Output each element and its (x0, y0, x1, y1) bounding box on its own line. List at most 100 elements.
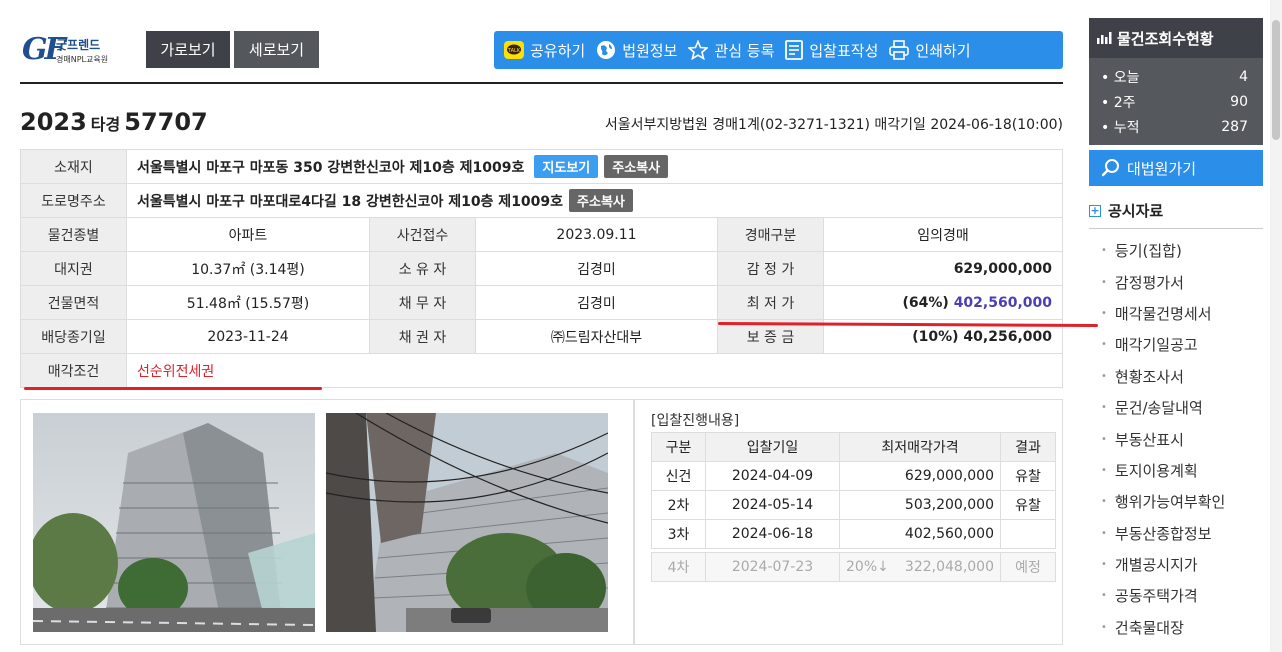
auction-kind-label: 경매구분 (717, 217, 824, 252)
favorite-button[interactable]: 관심 등록 (688, 40, 774, 61)
copy-address-button[interactable]: 주소복사 (604, 155, 669, 178)
print-button[interactable]: 인쇄하기 (889, 40, 971, 61)
bid-min-price: 629,000,000 (839, 461, 1001, 491)
doc-link[interactable]: 건축물대장 (1089, 612, 1263, 643)
public-docs-list: 등기(집합) 감정평가서 매각물건명세서 매각기일공고 현황조사서 문건/송달내… (1089, 235, 1263, 643)
sale-condition-label: 매각조건 (20, 353, 127, 388)
location-cell: 서울특별시 마포구 마포동 350 강변한신코아 제10층 제1009호 지도보기… (126, 149, 1063, 184)
location-address: 서울특별시 마포구 마포동 350 강변한신코아 제10층 제1009호 (137, 160, 525, 176)
appraisal-price: 629,000,000 (823, 251, 1063, 286)
document-icon (785, 40, 804, 60)
table-row: 물건종별 아파트 사건접수 2023.09.11 경매구분 임의경매 (20, 217, 1063, 252)
favorite-label: 관심 등록 (714, 41, 775, 60)
table-row: 도로명주소 서울특별시 마포구 마포대로4다길 18 강변한신코아 제10층 제… (20, 183, 1063, 218)
bid-round: 신건 (651, 461, 706, 491)
search-icon (1101, 159, 1119, 177)
site-logo[interactable]: GF 굿프렌드 경매NPL교육원 (20, 32, 130, 72)
star-icon (688, 40, 709, 60)
land-right-label: 대지권 (20, 251, 127, 286)
vertical-view-button[interactable]: 세로보기 (234, 31, 319, 68)
minimum-price-percent: (64%) (902, 294, 949, 311)
bid-date: 2024-07-23 (705, 552, 840, 582)
print-label: 인쇄하기 (915, 41, 971, 60)
printer-icon (889, 40, 910, 60)
property-type-label: 물건종별 (20, 217, 127, 252)
doc-link[interactable]: 부동산종합정보 (1089, 518, 1263, 549)
map-view-button[interactable]: 지도보기 (534, 155, 599, 178)
public-docs-title[interactable]: + 공시자료 (1089, 193, 1263, 229)
property-photo[interactable] (33, 413, 315, 632)
bid-form-button[interactable]: 입찰표작성 (785, 40, 878, 61)
creditor: ㈜드림자산대부 (475, 319, 718, 354)
bid-history-table: 구분 입찰기일 최저매각가격 결과 신건 2024-04-09 629,000,… (651, 432, 1056, 549)
doc-link[interactable]: 개별공시지가 (1089, 549, 1263, 580)
bid-round: 3차 (651, 519, 706, 549)
table-row: 건물면적 51.48㎡ (15.57평) 채 무 자 김경미 최 저 가 (64… (20, 285, 1063, 320)
bid-result: 유찰 (1000, 461, 1056, 491)
globe-icon (597, 41, 616, 59)
appraisal-label: 감 정 가 (717, 251, 824, 286)
property-info-table: 소재지 서울특별시 마포구 마포동 350 강변한신코아 제10층 제1009호… (20, 149, 1063, 388)
road-address: 서울특별시 마포구 마포대로4다길 18 강변한신코아 제10층 제1009호 (137, 194, 564, 210)
owner: 김경미 (475, 251, 718, 286)
vertical-scrollbar[interactable] (1270, 0, 1282, 652)
bid-date: 2024-05-14 (705, 490, 840, 520)
doc-link[interactable]: 공동주택가격 (1089, 580, 1263, 611)
stat-label: • 오늘 (1101, 69, 1140, 86)
sale-condition: 선순위전세권 (126, 353, 1063, 388)
stat-row: • 오늘 4 (1101, 64, 1248, 89)
stat-row: • 2주 90 (1101, 89, 1248, 114)
doc-link[interactable]: 문건/송달내역 (1089, 392, 1263, 423)
dividend-deadline-label: 배당종기일 (20, 319, 127, 354)
action-toolbar: TALK 공유하기 법원정보 관심 등록 입찰표작성 인쇄하기 (494, 31, 1063, 69)
copy-road-address-button[interactable]: 주소복사 (569, 189, 633, 212)
bid-result (1000, 519, 1056, 549)
bid-min-price: 402,560,000 (839, 519, 1001, 549)
horizontal-view-button[interactable]: 가로보기 (146, 31, 230, 68)
view-count-stats: • 오늘 4 • 2주 90 • 누적 287 (1089, 58, 1263, 145)
property-photo[interactable] (326, 413, 608, 632)
sidebar: 물건조회수현황 • 오늘 4 • 2주 90 • 누적 287 대법원가기 + 공시자… (1089, 18, 1263, 643)
doc-link[interactable]: 매각물건명세서 (1089, 298, 1263, 329)
stat-value: 287 (1221, 118, 1248, 135)
doc-link[interactable]: 토지이용계획 (1089, 455, 1263, 486)
bid-round: 4차 (651, 552, 706, 582)
case-number: 2023 타경 57707 (20, 108, 208, 136)
column-header: 최저매각가격 (839, 432, 1001, 462)
doc-link[interactable]: 현황조사서 (1089, 361, 1263, 392)
case-receipt: 2023.09.11 (475, 217, 718, 252)
scrollbar-thumb[interactable] (1272, 20, 1280, 140)
bid-date: 2024-04-09 (705, 461, 840, 491)
supreme-court-button[interactable]: 대법원가기 (1089, 150, 1263, 186)
bid-discount: 20%↓ (846, 559, 889, 575)
table-row: 매각조건 선순위전세권 (20, 353, 1063, 388)
logo-subtitle: 경매NPL교육원 (56, 55, 109, 64)
land-right: 10.37㎡ (3.14평) (126, 251, 370, 286)
bar-chart-icon (1097, 32, 1112, 44)
doc-link[interactable]: 감정평가서 (1089, 266, 1263, 297)
court-info-label: 법원정보 (622, 41, 678, 60)
svg-text:TALK: TALK (507, 48, 521, 54)
share-button[interactable]: TALK 공유하기 (504, 40, 585, 61)
table-row: 신건 2024-04-09 629,000,000 유찰 (651, 461, 1056, 491)
court-info-button[interactable]: 법원정보 (596, 40, 677, 61)
column-header: 구분 (651, 432, 706, 462)
stat-value: 90 (1230, 93, 1248, 110)
minimum-price-label: 최 저 가 (717, 285, 824, 320)
creditor-label: 채 권 자 (369, 319, 476, 354)
view-count-title: 물건조회수현황 (1089, 18, 1263, 58)
doc-link[interactable]: 행위가능여부확인 (1089, 486, 1263, 517)
bid-form-label: 입찰표작성 (809, 41, 879, 60)
column-header: 결과 (1000, 432, 1056, 462)
doc-link[interactable]: 부동산표시 (1089, 423, 1263, 454)
kakao-talk-icon: TALK (504, 41, 524, 59)
highlight-underline (24, 387, 322, 390)
table-row: 2차 2024-05-14 503,200,000 유찰 (651, 490, 1056, 520)
minimum-price-cell: (64%) 402,560,000 (823, 285, 1063, 320)
case-receipt-label: 사건접수 (369, 217, 476, 252)
doc-link[interactable]: 등기(집합) (1089, 235, 1263, 266)
location-label: 소재지 (20, 149, 127, 184)
header-divider (20, 82, 1063, 84)
auction-kind: 임의경매 (823, 217, 1063, 252)
doc-link[interactable]: 매각기일공고 (1089, 329, 1263, 360)
